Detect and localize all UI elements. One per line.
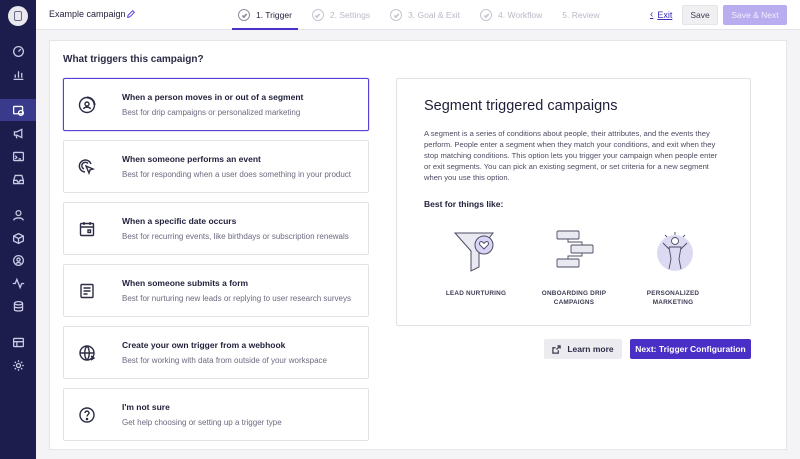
option-title: I'm not sure bbox=[122, 402, 170, 412]
use-case-label: PERSONALIZED MARKETING bbox=[646, 290, 700, 306]
segments-icon[interactable] bbox=[0, 249, 36, 271]
objects-icon[interactable] bbox=[0, 227, 36, 249]
step-label: 4. Workflow bbox=[498, 10, 543, 20]
calendar-icon bbox=[78, 220, 96, 238]
check-circle-icon bbox=[238, 9, 250, 21]
person-target-icon bbox=[657, 232, 693, 271]
page-question: What triggers this campaign? bbox=[63, 54, 204, 65]
check-circle-icon bbox=[390, 9, 403, 21]
option-description: Best for responding when a user does som… bbox=[122, 170, 352, 179]
option-title: Create your own trigger from a webhook bbox=[122, 340, 286, 350]
step-label: 1. Trigger bbox=[256, 10, 292, 20]
learn-more-label: Learn more bbox=[567, 344, 614, 354]
broadcast-icon[interactable] bbox=[0, 122, 36, 144]
activity-icon[interactable] bbox=[0, 272, 36, 294]
info-title: Segment triggered campaigns bbox=[424, 98, 618, 114]
trigger-option-webhook[interactable]: Create your own trigger from a webhook B… bbox=[63, 326, 369, 379]
step-label: 3. Goal & Exit bbox=[408, 10, 461, 20]
external-link-icon bbox=[552, 344, 562, 354]
trigger-option-not-sure[interactable]: I'm not sure Get help choosing or settin… bbox=[63, 388, 369, 441]
trigger-option-segment[interactable]: When a person moves in or out of a segme… bbox=[63, 78, 369, 131]
sidebar bbox=[0, 0, 36, 459]
trigger-option-event[interactable]: When someone performs an event Best for … bbox=[63, 140, 369, 193]
learn-more-button[interactable]: Learn more bbox=[544, 339, 622, 359]
save-and-next-button[interactable]: Save & Next bbox=[723, 5, 787, 25]
exit-link[interactable]: ‹ Exit bbox=[650, 9, 672, 20]
main-content: What triggers this campaign? When a pers… bbox=[49, 40, 787, 450]
content-icon[interactable] bbox=[0, 331, 36, 353]
workspace-logo[interactable] bbox=[8, 6, 28, 26]
trigger-option-date[interactable]: When a specific date occurs Best for rec… bbox=[63, 202, 369, 255]
segment-icon bbox=[78, 96, 96, 114]
use-case-label: ONBOARDING DRIP CAMPAIGNS bbox=[541, 290, 607, 306]
data-icon[interactable] bbox=[0, 295, 36, 317]
option-description: Best for drip campaigns or personalized … bbox=[122, 108, 301, 117]
option-title: When a person moves in or out of a segme… bbox=[122, 92, 304, 102]
form-icon bbox=[78, 282, 96, 300]
event-cursor-icon bbox=[78, 158, 96, 176]
option-title: When someone performs an event bbox=[122, 154, 261, 164]
funnel-heart-icon bbox=[453, 232, 495, 272]
exit-label: Exit bbox=[657, 9, 673, 20]
top-bar: Example campaign 1. Trigger 2. Settings … bbox=[36, 0, 800, 30]
campaigns-icon[interactable] bbox=[0, 99, 36, 121]
use-case-label: LEAD NURTURING bbox=[445, 290, 507, 297]
people-icon[interactable] bbox=[0, 204, 36, 226]
next-trigger-configuration-button[interactable]: Next: Trigger Configuration bbox=[630, 339, 751, 359]
transactional-icon[interactable] bbox=[0, 145, 36, 167]
info-body: A segment is a series of conditions abou… bbox=[424, 129, 718, 182]
webhook-icon bbox=[78, 344, 96, 362]
settings-icon[interactable] bbox=[0, 354, 36, 376]
step-goal-exit[interactable]: 3. Goal & Exit bbox=[384, 0, 466, 30]
flow-diagram-icon bbox=[556, 230, 594, 268]
option-description: Best for recurring events, like birthday… bbox=[122, 232, 349, 241]
check-circle-icon bbox=[480, 9, 493, 21]
step-label: 5. Review bbox=[562, 10, 600, 20]
dashboard-icon[interactable] bbox=[0, 40, 36, 62]
option-title: When someone submits a form bbox=[122, 278, 249, 288]
check-circle-icon bbox=[311, 9, 324, 21]
option-title: When a specific date occurs bbox=[122, 216, 237, 226]
option-description: Best for working with data from outside … bbox=[122, 356, 327, 365]
edit-pencil-icon[interactable] bbox=[126, 9, 136, 19]
best-for-heading: Best for things like: bbox=[424, 199, 504, 209]
step-trigger[interactable]: 1. Trigger bbox=[232, 0, 298, 30]
save-button[interactable]: Save bbox=[682, 5, 718, 25]
question-icon bbox=[78, 406, 96, 424]
option-description: Best for nurturing new leads or replying… bbox=[122, 294, 351, 303]
step-workflow[interactable]: 4. Workflow bbox=[474, 0, 548, 30]
inbox-icon[interactable] bbox=[0, 168, 36, 190]
analytics-icon[interactable] bbox=[0, 63, 36, 85]
step-review[interactable]: 5. Review bbox=[556, 0, 605, 30]
info-panel: Segment triggered campaigns A segment is… bbox=[396, 78, 751, 326]
step-settings[interactable]: 2. Settings bbox=[306, 0, 376, 30]
campaign-name[interactable]: Example campaign bbox=[49, 9, 126, 19]
wizard-steps: 1. Trigger 2. Settings 3. Goal & Exit 4.… bbox=[232, 0, 614, 30]
trigger-option-form[interactable]: When someone submits a form Best for nur… bbox=[63, 264, 369, 317]
option-description: Get help choosing or setting up a trigge… bbox=[122, 418, 282, 427]
chevron-left-icon: ‹ bbox=[650, 9, 654, 20]
step-label: 2. Settings bbox=[329, 10, 371, 20]
